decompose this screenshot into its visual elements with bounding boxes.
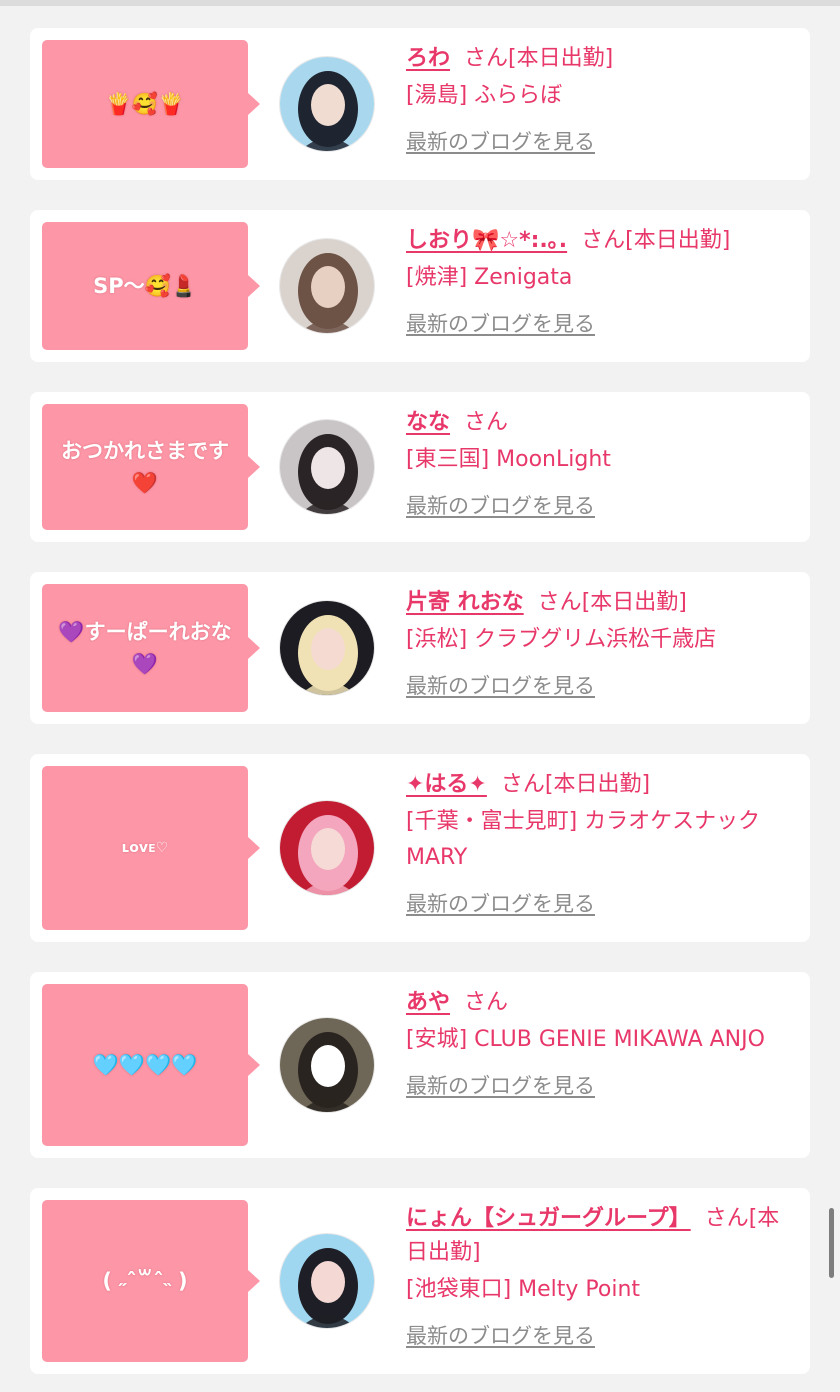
latest-blog-link[interactable]: 最新のブログを見る bbox=[406, 126, 595, 156]
honorific: さん bbox=[581, 228, 626, 253]
message-text: 💜すーぱーれおな💜 bbox=[58, 620, 232, 676]
cast-info: しおり🎀☆*:.｡. さん[本日出勤] [焼津] Zenigata 最新のブログを見る bbox=[406, 222, 796, 350]
latest-blog-link[interactable]: 最新のブログを見る bbox=[406, 308, 595, 338]
message-text: ʟᴏᴠᴇ♡ bbox=[121, 840, 169, 856]
cast-card: おつかれさまです❤️ なな さん [東三国] MoonLight 最新のブログを見る bbox=[30, 392, 810, 542]
shop-label: [浜松] クラブグリム浜松千歳店 bbox=[406, 627, 717, 652]
avatar-container bbox=[248, 40, 406, 168]
cast-name-link[interactable]: しおり🎀☆*:.｡. bbox=[406, 228, 567, 253]
message-text: 🍟🥰🍟 bbox=[105, 92, 185, 116]
cast-card: 🍟🥰🍟 ろわ さん[本日出勤] [湯島] ふららぼ最新のブログを見る bbox=[30, 28, 810, 180]
shop-label: [湯島] ふららぼ bbox=[406, 83, 563, 108]
cast-info: なな さん [東三国] MoonLight 最新のブログを見る bbox=[406, 404, 796, 530]
scrollbar[interactable] bbox=[829, 1208, 834, 1278]
honorific: さん bbox=[704, 1206, 749, 1231]
avatar-container bbox=[248, 404, 406, 530]
cast-card: SP〜🥰💄 しおり🎀☆*:.｡. さん[本日出勤] [焼津] Zenigata 最新のブ… bbox=[30, 210, 810, 362]
message-text: おつかれさまです❤️ bbox=[61, 439, 229, 495]
message-bubble: 🍟🥰🍟 bbox=[42, 40, 260, 168]
honorific: さん bbox=[464, 46, 509, 71]
avatar-container bbox=[248, 1200, 406, 1362]
latest-blog-link[interactable]: 最新のブログを見る bbox=[406, 888, 595, 918]
name-line: あや さん bbox=[406, 986, 796, 1020]
latest-blog-link[interactable]: 最新のブログを見る bbox=[406, 1320, 595, 1350]
cast-name-link[interactable]: 片寄 れおな bbox=[406, 590, 524, 615]
avatar[interactable] bbox=[279, 238, 375, 334]
avatar[interactable] bbox=[279, 1233, 375, 1329]
shop-label: [千葉・富士見町] カラオケスナック MARY bbox=[406, 809, 761, 870]
cast-name-link[interactable]: ✦はる✦ bbox=[406, 772, 487, 797]
cast-info: 片寄 れおな さん[本日出勤] [浜松] クラブグリム浜松千歳店最新のブログを見る bbox=[406, 584, 796, 712]
cast-card: 💜すーぱーれおな💜 片寄 れおな さん[本日出勤] [浜松] クラブグリム浜松千歳店最… bbox=[30, 572, 810, 724]
honorific: さん bbox=[464, 410, 509, 435]
honorific: さん bbox=[500, 772, 545, 797]
latest-blog-link[interactable]: 最新のブログを見る bbox=[406, 1070, 595, 1100]
cast-name-link[interactable]: なな bbox=[406, 410, 450, 435]
honorific: さん bbox=[537, 590, 582, 615]
work-status: [本日出勤] bbox=[544, 772, 651, 797]
avatar-container bbox=[248, 984, 406, 1146]
top-divider bbox=[0, 0, 840, 6]
message-text: 🩵🩵🩵🩵 bbox=[92, 1053, 198, 1077]
name-line: にょん【シュガーグループ】 さん[本日出勤] bbox=[406, 1202, 796, 1270]
avatar-container bbox=[248, 766, 406, 930]
cast-card: ʟᴏᴠᴇ♡ ✦はる✦ さん[本日出勤] [千葉・富士見町] カラオケスナック MARY… bbox=[30, 754, 810, 942]
cast-card: 🩵🩵🩵🩵 あや さん [安城] CLUB GENIE MIKAWA ANJO 最新のブロ… bbox=[30, 972, 810, 1158]
cast-info: ✦はる✦ さん[本日出勤] [千葉・富士見町] カラオケスナック MARY 最新のブロ… bbox=[406, 766, 796, 930]
message-text: SP〜🥰💄 bbox=[93, 274, 197, 298]
cast-card: ( ˶ˆ꒳ˆ˵ ) にょん【シュガーグループ】 さん[本日出勤] [池袋東口] Mel… bbox=[30, 1188, 810, 1374]
shop-label: [池袋東口] Melty Point bbox=[406, 1277, 641, 1302]
shop-label: [東三国] MoonLight bbox=[406, 447, 611, 472]
message-text: ( ˶ˆ꒳ˆ˵ ) bbox=[102, 1269, 188, 1293]
work-status: [本日出勤] bbox=[625, 228, 731, 253]
cast-name-link[interactable]: ろわ bbox=[406, 46, 450, 71]
latest-blog-link[interactable]: 最新のブログを見る bbox=[406, 670, 595, 700]
honorific: さん bbox=[464, 990, 509, 1015]
message-bubble: SP〜🥰💄 bbox=[42, 222, 260, 350]
name-line: ろわ さん[本日出勤] bbox=[406, 42, 796, 76]
message-bubble: 💜すーぱーれおな💜 bbox=[42, 584, 260, 712]
cast-blog-list: 🍟🥰🍟 ろわ さん[本日出勤] [湯島] ふららぼ 最新のブログを見る SP〜🥰💄 しおり🎀… bbox=[30, 28, 810, 1392]
name-line: ✦はる✦ さん[本日出勤] bbox=[406, 768, 796, 802]
latest-blog-link[interactable]: 最新のブログを見る bbox=[406, 490, 595, 520]
avatar-container bbox=[248, 222, 406, 350]
shop-label: [焼津] Zenigata bbox=[406, 265, 573, 290]
name-line: なな さん bbox=[406, 406, 796, 440]
cast-name-link[interactable]: にょん【シュガーグループ】 bbox=[406, 1206, 691, 1231]
name-line: しおり🎀☆*:.｡. さん[本日出勤] bbox=[406, 224, 796, 258]
message-bubble: 🩵🩵🩵🩵 bbox=[42, 984, 260, 1146]
message-bubble: ʟᴏᴠᴇ♡ bbox=[42, 766, 260, 930]
cast-info: にょん【シュガーグループ】 さん[本日出勤] [池袋東口] Melty Point 最… bbox=[406, 1200, 796, 1362]
work-status: [本日出勤] bbox=[508, 46, 614, 71]
avatar[interactable] bbox=[279, 419, 375, 515]
name-line: 片寄 れおな さん[本日出勤] bbox=[406, 586, 796, 620]
work-status: [本日出勤] bbox=[581, 590, 687, 615]
cast-info: あや さん [安城] CLUB GENIE MIKAWA ANJO 最新のブログを見る bbox=[406, 984, 796, 1146]
cast-info: ろわ さん[本日出勤] [湯島] ふららぼ最新のブログを見る bbox=[406, 40, 796, 168]
avatar[interactable] bbox=[279, 600, 375, 696]
avatar-container bbox=[248, 584, 406, 712]
shop-label: [安城] CLUB GENIE MIKAWA ANJO bbox=[406, 1027, 765, 1052]
avatar[interactable] bbox=[279, 56, 375, 152]
cast-name-link[interactable]: あや bbox=[406, 990, 450, 1015]
message-bubble: おつかれさまです❤️ bbox=[42, 404, 260, 530]
avatar[interactable] bbox=[279, 1017, 375, 1113]
avatar[interactable] bbox=[279, 800, 375, 896]
message-bubble: ( ˶ˆ꒳ˆ˵ ) bbox=[42, 1200, 260, 1362]
